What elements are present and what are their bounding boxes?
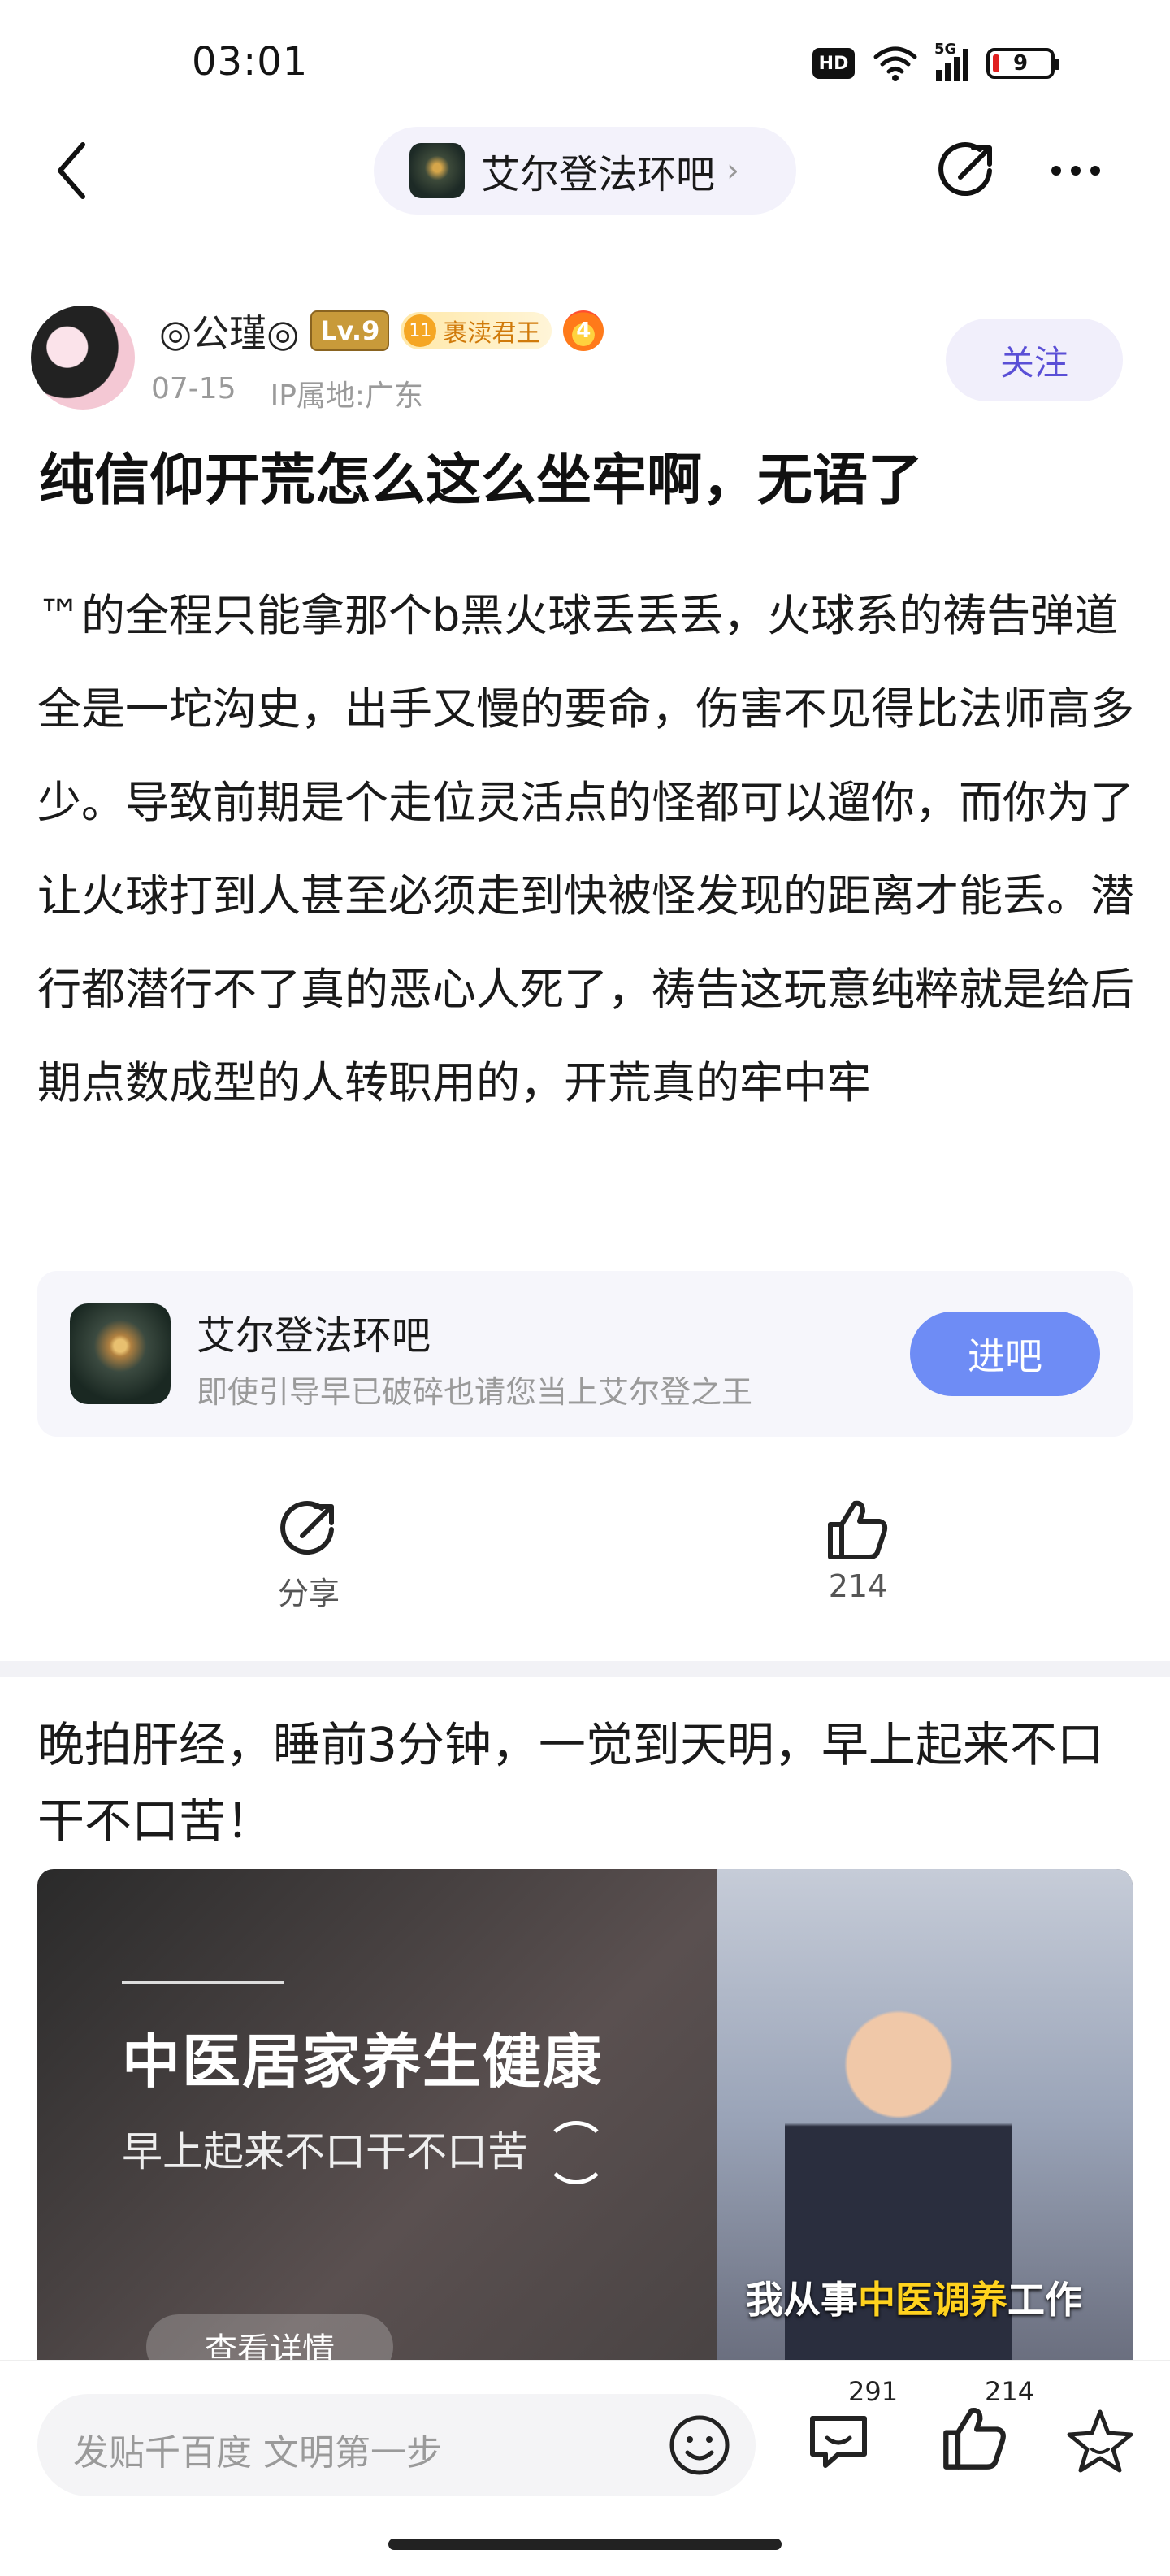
post-body: ™的全程只能拿那个b黑火球丢丢丢，火球系的祷告弹道全是一坨沟史，出手又慢的要命，… — [37, 590, 1134, 1108]
share-action[interactable]: 分享 — [236, 1498, 382, 1613]
dot-icon — [1071, 166, 1081, 176]
forum-card-icon — [70, 1303, 171, 1404]
author-name[interactable]: ◎公瑾◎ — [159, 304, 299, 358]
forum-card[interactable]: 艾尔登法环吧 即使引导早已破碎也请您当上艾尔登之王 进吧 — [37, 1271, 1133, 1437]
loading-spinner-icon — [544, 2121, 608, 2184]
hd-icon: HD — [812, 48, 855, 79]
back-button[interactable] — [42, 137, 101, 205]
share-label: 分享 — [277, 1576, 340, 1611]
home-indicator[interactable] — [388, 2539, 782, 2550]
share-icon — [280, 1501, 334, 1555]
ip-location: IP属地:广东 — [270, 379, 424, 413]
ad-caption-highlight: 中医调养 — [858, 2278, 1008, 2322]
thumbs-up-icon — [828, 1500, 888, 1559]
emoji-icon[interactable] — [668, 2413, 731, 2477]
title-badge: 11 裹渎君王 — [401, 312, 552, 349]
forum-header-name: 艾尔登法环吧 — [481, 152, 716, 197]
comment-count: 291 — [848, 2376, 899, 2407]
ad-caption-suffix: 工作 — [1008, 2278, 1082, 2322]
follow-button[interactable]: 关注 — [946, 319, 1123, 401]
fire-badge-icon: 4 — [563, 310, 604, 351]
status-time: 03:01 — [192, 39, 309, 85]
wifi-icon — [873, 46, 917, 81]
dot-icon — [1090, 166, 1100, 176]
signal-icon: 5G — [934, 41, 968, 81]
title-name: 裹渎君王 — [443, 319, 541, 348]
ad-caption-prefix: 我从事 — [746, 2278, 858, 2322]
bottom-like-button[interactable] — [941, 2404, 1009, 2477]
comment-icon — [810, 2416, 867, 2468]
ad-text[interactable]: 晚拍肝经，睡前3分钟，一觉到天明，早上起来不口干不口苦！ — [37, 1706, 1134, 1859]
author-row: ◎公瑾◎ Lv.9 11 裹渎君王 4 — [159, 302, 604, 359]
forum-card-slogan: 即使引导早已破碎也请您当上艾尔登之王 — [197, 1374, 753, 1410]
favorite-button[interactable] — [1066, 2407, 1134, 2475]
forum-avatar-icon — [410, 143, 465, 198]
like-action[interactable]: 214 — [785, 1498, 931, 1604]
battery-icon: 9 — [986, 48, 1060, 79]
chevron-right-icon: › — [726, 152, 740, 189]
view-details-button[interactable]: 查看详情 — [146, 2314, 393, 2363]
post-date: 07-15 — [151, 372, 236, 405]
ad-caption: 我从事中医调养工作 — [746, 2270, 1082, 2324]
chevron-left-icon — [58, 142, 85, 199]
ad-image-title: 中医居家养生健康 — [122, 2027, 604, 2096]
more-menu-button[interactable] — [1037, 140, 1115, 202]
level-badge: Lv.9 — [310, 310, 390, 351]
share-arrow-icon — [938, 142, 992, 197]
title-level: 11 — [404, 314, 437, 347]
enter-forum-button[interactable]: 进吧 — [910, 1312, 1100, 1396]
author-avatar[interactable] — [31, 306, 135, 410]
thumbs-up-icon — [943, 2407, 1006, 2470]
forum-header-pill[interactable]: 艾尔登法环吧 › — [374, 127, 796, 215]
star-icon — [1067, 2409, 1133, 2473]
post-meta: 07-15 IP属地:广东 — [151, 372, 423, 414]
dot-icon — [1051, 166, 1061, 176]
status-icons: HD 5G 9 — [812, 39, 1060, 88]
post-title: 纯信仰开荒怎么这么坐牢啊，无语了 — [39, 449, 924, 513]
battery-level: 9 — [1012, 51, 1029, 76]
bottom-like-count: 214 — [985, 2376, 1035, 2407]
like-count: 214 — [828, 1568, 888, 1604]
comment-button[interactable] — [804, 2407, 873, 2475]
comment-placeholder: 发贴千百度 文明第一步 — [73, 2432, 442, 2474]
comment-input[interactable]: 发贴千百度 文明第一步 — [37, 2394, 756, 2496]
forum-card-name: 艾尔登法环吧 — [197, 1313, 431, 1359]
network-label: 5G — [934, 41, 957, 58]
ad-title-rule — [122, 1981, 284, 1984]
ad-image-subtitle: 早上起来不口干不口苦 — [122, 2128, 528, 2175]
ad-image[interactable]: 中医居家养生健康 早上起来不口干不口苦 我从事中医调养工作 查看详情 — [37, 1869, 1133, 2363]
section-divider — [0, 1661, 1170, 1677]
share-header-button[interactable] — [933, 137, 1001, 205]
